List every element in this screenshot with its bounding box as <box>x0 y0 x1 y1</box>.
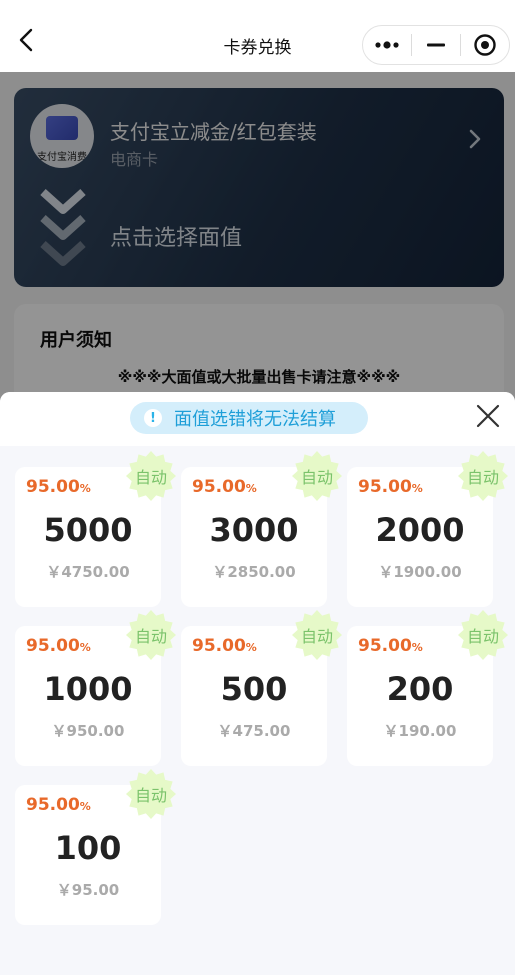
minimize-icon <box>427 43 445 47</box>
exchange-rate-value: 95.00 <box>192 477 246 497</box>
exchange-rate-value: 95.00 <box>358 636 412 656</box>
exchange-rate: 95.00% <box>192 477 257 497</box>
warning-tip-text: 面值选错将无法结算 <box>174 409 336 430</box>
exchange-rate: 95.00% <box>26 477 91 497</box>
exchange-rate-unit: % <box>79 800 91 813</box>
exchange-rate: 95.00% <box>358 477 423 497</box>
exchange-rate: 95.00% <box>26 636 91 656</box>
auto-badge: 自动 <box>292 610 342 660</box>
exchange-rate-value: 95.00 <box>26 795 80 815</box>
minimize-button[interactable] <box>412 26 460 64</box>
exchange-rate: 95.00% <box>192 636 257 656</box>
navigation-bar: 卡券兑换 <box>0 0 515 72</box>
denomination-option[interactable]: 95.00% 5000 ￥4750.00 自动 <box>15 451 176 607</box>
exchange-rate-unit: % <box>245 641 257 654</box>
exchange-rate-unit: % <box>411 641 423 654</box>
exchange-rate-value: 95.00 <box>26 477 80 497</box>
auto-badge: 自动 <box>292 451 342 501</box>
auto-badge-label: 自动 <box>300 627 333 646</box>
auto-badge-label: 自动 <box>300 468 333 487</box>
auto-badge-label: 自动 <box>466 468 499 487</box>
exchange-rate: 95.00% <box>26 795 91 815</box>
mini-program-capsule <box>362 25 510 65</box>
more-button[interactable] <box>363 26 411 64</box>
exchange-rate-unit: % <box>79 641 91 654</box>
denomination-option[interactable]: 95.00% 1000 ￥950.00 自动 <box>15 610 176 766</box>
auto-badge: 自动 <box>126 769 176 819</box>
auto-badge: 自动 <box>126 610 176 660</box>
exchange-rate: 95.00% <box>358 636 423 656</box>
denomination-option[interactable]: 95.00% 100 ￥95.00 自动 <box>15 769 176 925</box>
face-value: 5000 <box>43 511 133 549</box>
auto-badge: 自动 <box>458 451 508 501</box>
exclamation-icon: ! <box>144 409 162 427</box>
payout-price: ￥4750.00 <box>46 563 130 581</box>
payout-price: ￥950.00 <box>51 722 125 740</box>
exchange-rate-value: 95.00 <box>358 477 412 497</box>
sheet-header: ! 面值选错将无法结算 <box>0 392 515 446</box>
exchange-rate-unit: % <box>411 482 423 495</box>
face-value: 100 <box>54 829 122 867</box>
auto-badge-label: 自动 <box>134 627 167 646</box>
face-value: 1000 <box>43 670 133 708</box>
face-value: 3000 <box>209 511 299 549</box>
exchange-rate-value: 95.00 <box>192 636 246 656</box>
auto-badge: 自动 <box>126 451 176 501</box>
face-value: 200 <box>386 670 454 708</box>
auto-badge: 自动 <box>458 610 508 660</box>
denomination-sheet: ! 面值选错将无法结算 95.00% 5000 ￥4750.00 自动 95.00% 30… <box>0 392 515 975</box>
target-circle-icon <box>474 34 496 56</box>
denomination-option[interactable]: 95.00% 200 ￥190.00 自动 <box>347 610 508 766</box>
payout-price: ￥2850.00 <box>212 563 296 581</box>
face-value: 2000 <box>375 511 465 549</box>
warning-tip: ! 面值选错将无法结算 <box>130 402 368 434</box>
face-value: 500 <box>220 670 288 708</box>
more-dots-icon <box>375 41 399 49</box>
auto-badge-label: 自动 <box>466 627 499 646</box>
denomination-option[interactable]: 95.00% 2000 ￥1900.00 自动 <box>347 451 508 607</box>
payout-price: ￥190.00 <box>383 722 457 740</box>
denomination-option[interactable]: 95.00% 500 ￥475.00 自动 <box>181 610 342 766</box>
denomination-option[interactable]: 95.00% 3000 ￥2850.00 自动 <box>181 451 342 607</box>
payout-price: ￥1900.00 <box>378 563 462 581</box>
exchange-rate-unit: % <box>79 482 91 495</box>
payout-price: ￥475.00 <box>217 722 291 740</box>
exchange-rate-unit: % <box>245 482 257 495</box>
payout-price: ￥95.00 <box>56 881 120 899</box>
auto-badge-label: 自动 <box>134 786 167 805</box>
exit-button[interactable] <box>461 26 509 64</box>
auto-badge-label: 自动 <box>134 468 167 487</box>
close-sheet-button[interactable] <box>474 402 502 430</box>
close-icon <box>476 404 500 428</box>
exchange-rate-value: 95.00 <box>26 636 80 656</box>
